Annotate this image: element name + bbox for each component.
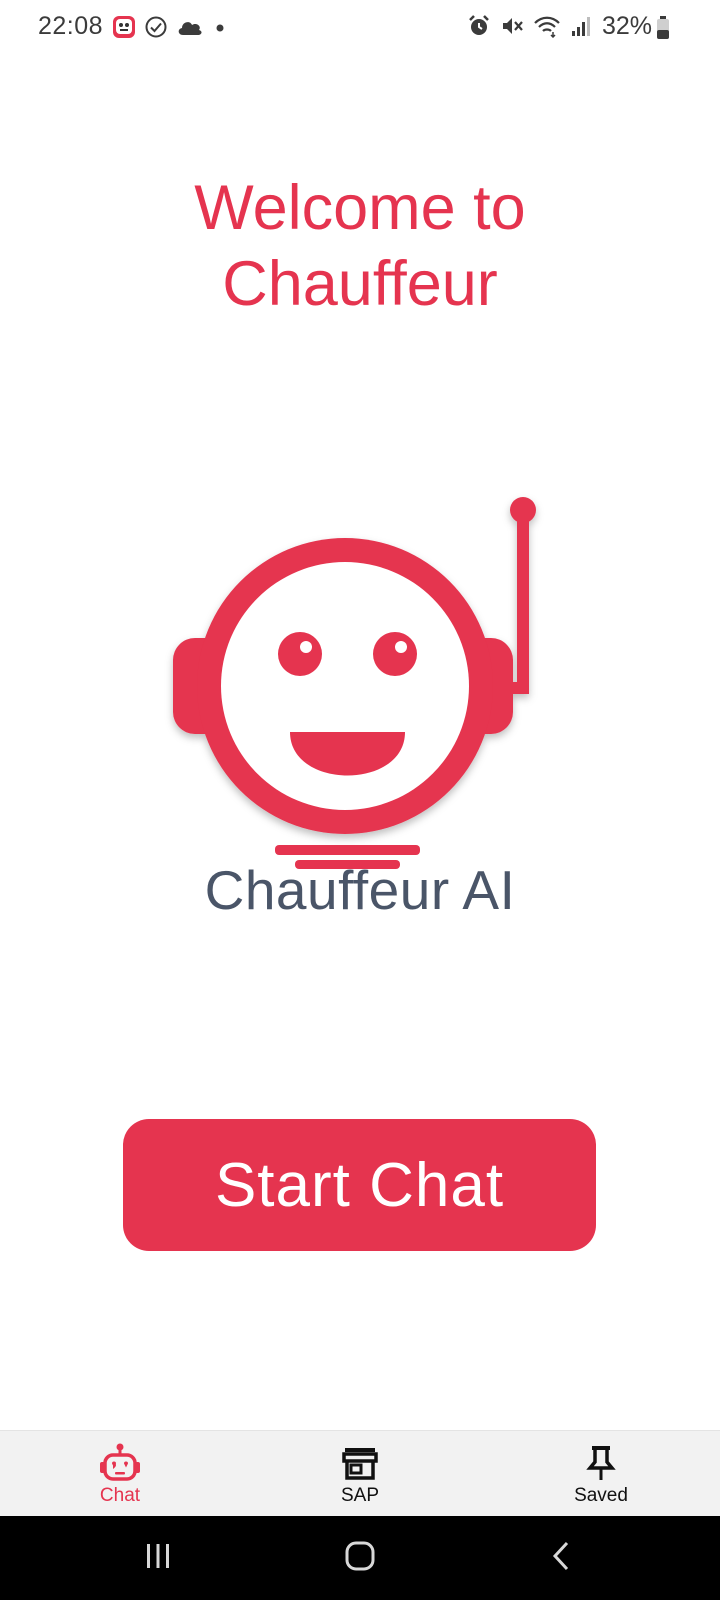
signal-icon xyxy=(570,14,592,43)
app-notification-icon xyxy=(112,14,136,45)
mute-icon xyxy=(500,14,524,43)
dot-icon xyxy=(212,19,228,40)
chauffeur-bot-logo-icon xyxy=(160,490,560,870)
nav-label-saved: Saved xyxy=(574,1485,628,1506)
recents-icon xyxy=(143,1541,173,1576)
cloud-icon xyxy=(176,17,204,42)
back-icon xyxy=(547,1540,577,1577)
battery-percent: 32% xyxy=(601,12,652,40)
storefront-icon xyxy=(342,1443,378,1483)
home-button[interactable] xyxy=(330,1536,390,1580)
pin-icon xyxy=(586,1443,616,1483)
status-bar: 22:08 32% xyxy=(0,0,720,56)
start-chat-button[interactable]: Start Chat xyxy=(123,1119,596,1251)
check-circle-icon xyxy=(144,15,168,44)
alarm-icon xyxy=(467,14,491,43)
nav-label-sap: SAP xyxy=(340,1485,380,1506)
nav-tab-chat[interactable]: Chat xyxy=(50,1431,190,1517)
nav-tab-saved[interactable]: Saved xyxy=(531,1431,671,1517)
robot-icon xyxy=(99,1443,141,1483)
brand-name: Chauffeur AI xyxy=(204,859,516,921)
status-right-icons xyxy=(467,14,592,43)
battery-icon xyxy=(656,16,670,45)
app-screen: 22:08 32% Welcome to Chauffeur Chauffeur… xyxy=(0,0,720,1600)
back-button[interactable] xyxy=(532,1536,592,1580)
status-left-icons xyxy=(112,14,228,45)
home-icon xyxy=(344,1540,376,1577)
bottom-nav: Chat SAP Saved xyxy=(0,1430,720,1517)
nav-tab-sap[interactable]: SAP xyxy=(290,1431,430,1517)
wifi-icon xyxy=(533,14,561,43)
welcome-title: Welcome to Chauffeur xyxy=(0,170,720,322)
system-nav-bar xyxy=(0,1516,720,1600)
status-time: 22:08 xyxy=(38,12,104,40)
recents-button[interactable] xyxy=(128,1536,188,1580)
nav-label-chat: Chat xyxy=(99,1485,141,1506)
welcome-title-line1: Welcome to xyxy=(194,173,526,243)
welcome-title-line2: Chauffeur xyxy=(222,249,498,319)
